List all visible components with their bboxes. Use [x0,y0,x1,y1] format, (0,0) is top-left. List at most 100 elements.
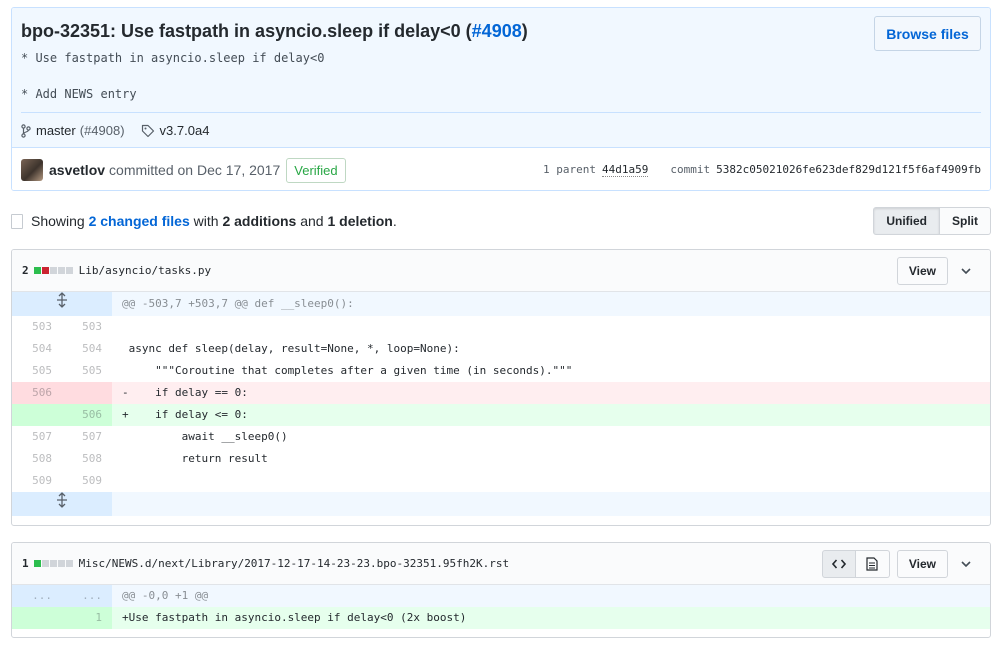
file-header: 2 Lib/asyncio/tasks.py View [12,250,990,292]
commit-sha: 5382c05021026fe623def829d121f5f6af4909fb [716,163,981,176]
file-diff-icon [11,213,23,229]
commit-label: commit [670,163,711,176]
summary-period: . [392,213,397,229]
expand-ellipsis[interactable]: ... [12,585,62,607]
diff-line: 504 504 async def sleep(delay, result=Non… [12,338,990,360]
old-line-number[interactable]: 508 [12,448,62,470]
summary-and: and [296,213,328,229]
file-diff: 1 Misc/NEWS.d/next/Library/2017-12-17-14… [11,542,991,638]
file-diff: 2 Lib/asyncio/tasks.py View @@ -503,7 +5… [11,249,991,526]
file-header: 1 Misc/NEWS.d/next/Library/2017-12-17-14… [12,543,990,585]
branch-row: master (#4908) v3.7.0a4 [21,123,209,138]
unified-button[interactable]: Unified [873,207,940,235]
rich-diff-button[interactable] [855,550,890,578]
issue-link[interactable]: #4908 [472,21,522,41]
new-line-number[interactable]: 509 [62,470,112,492]
old-line-number[interactable]: 505 [12,360,62,382]
expand-ellipsis[interactable]: ... [62,585,112,607]
commit-title: bpo-32351: Use fastpath in asyncio.sleep… [21,21,528,42]
parent-label: 1 parent [543,163,596,176]
diffstat-block [57,560,65,567]
file-icon [866,557,878,571]
code-line: - if delay == 0: [112,382,990,404]
summary-with: with [189,213,223,229]
commit-title-text: bpo-32351: Use fastpath in asyncio.sleep… [21,21,472,41]
old-line-number[interactable] [12,404,62,426]
diffstat-count: 2 [22,264,29,277]
branch-link[interactable]: master [36,123,76,138]
diffstat-block [33,560,41,567]
diffstat-block [65,267,73,274]
deletions-count: 1 deletion [327,213,393,229]
old-line-number[interactable] [12,607,62,629]
summary-showing: Showing [31,213,89,229]
added-line: 506 + if delay <= 0: [12,404,990,426]
old-line-number[interactable]: 509 [12,470,62,492]
hunk-header: @@ -0,0 +1 @@ [112,585,990,607]
diff-line: 507 507 await __sleep0() [12,426,990,448]
diffstat-bar [33,560,74,567]
verified-badge[interactable]: Verified [286,157,346,183]
deleted-line: 506 - if delay == 0: [12,382,990,404]
diffstat-block [41,560,49,567]
commit-date: committed on Dec 17, 2017 [109,162,281,178]
view-file-button[interactable]: View [896,257,948,285]
old-line-number[interactable]: 507 [12,426,62,448]
changed-files-link[interactable]: 2 changed files [89,213,190,229]
diffstat-count: 1 [22,557,29,570]
git-branch-icon [21,123,31,138]
tag-link[interactable]: v3.7.0a4 [160,123,210,138]
new-line-number[interactable]: 1 [62,607,112,629]
new-line-number[interactable]: 506 [62,404,112,426]
author-link[interactable]: asvetlov [49,162,105,178]
diffstat-block [33,267,41,274]
file-name-link[interactable]: Lib/asyncio/tasks.py [79,264,211,277]
commit-box: bpo-32351: Use fastpath in asyncio.sleep… [11,7,991,191]
branch-pr-link[interactable]: (#4908) [80,123,125,138]
chevron-down-icon[interactable] [952,550,980,578]
expand-row [12,492,990,516]
diff-view-toggle: Unified Split [873,207,991,235]
expand-up-icon[interactable] [12,292,112,316]
diff-line: 508 508 return result [12,448,990,470]
diffstat-block [65,560,73,567]
commit-meta: asvetlov committed on Dec 17, 2017 Verif… [12,149,990,190]
avatar[interactable] [21,159,43,181]
file-actions: View [896,257,980,285]
diffstat-block [49,560,57,567]
old-line-number[interactable]: 506 [12,382,62,404]
commit-description: * Use fastpath in asyncio.sleep if delay… [21,51,325,101]
old-line-number[interactable]: 503 [12,316,62,338]
chevron-down-icon[interactable] [952,257,980,285]
source-diff-button[interactable] [821,550,856,578]
diffstat-block [57,267,65,274]
file-name-link[interactable]: Misc/NEWS.d/next/Library/2017-12-17-14-2… [79,557,509,570]
new-line-number[interactable]: 507 [62,426,112,448]
new-line-number[interactable] [62,382,112,404]
view-file-button[interactable]: View [896,550,948,578]
commit-header: bpo-32351: Use fastpath in asyncio.sleep… [12,8,990,148]
code-line: +Use fastpath in asyncio.sleep if delay<… [112,607,990,629]
new-line-number[interactable]: 503 [62,316,112,338]
hunk-header: @@ -503,7 +503,7 @@ def __sleep0(): [112,292,990,316]
new-line-number[interactable]: 508 [62,448,112,470]
browse-files-button[interactable]: Browse files [874,16,981,51]
new-line-number[interactable]: 505 [62,360,112,382]
diff-line: 503 503 [12,316,990,338]
code-line: """Coroutine that completes after a give… [122,364,573,377]
code-line: return result [122,452,268,465]
additions-count: 2 additions [222,213,297,229]
expand-down-icon[interactable] [12,492,112,516]
code-icon [831,559,846,569]
parent-sha-link[interactable]: 44d1a59 [601,163,649,177]
code-line [112,316,990,338]
sha-info: 1 parent 44d1a59 commit 5382c05021026fe6… [543,163,981,177]
diff-table: @@ -503,7 +503,7 @@ def __sleep0(): 503 5… [12,292,990,516]
split-button[interactable]: Split [940,207,991,235]
old-line-number[interactable]: 504 [12,338,62,360]
diff-summary-bar: Showing 2 changed files with 2 additions… [11,207,991,235]
diffstat-block [49,267,57,274]
new-line-number[interactable]: 504 [62,338,112,360]
code-line [112,470,990,492]
added-line: 1 +Use fastpath in asyncio.sleep if delay… [12,607,990,629]
